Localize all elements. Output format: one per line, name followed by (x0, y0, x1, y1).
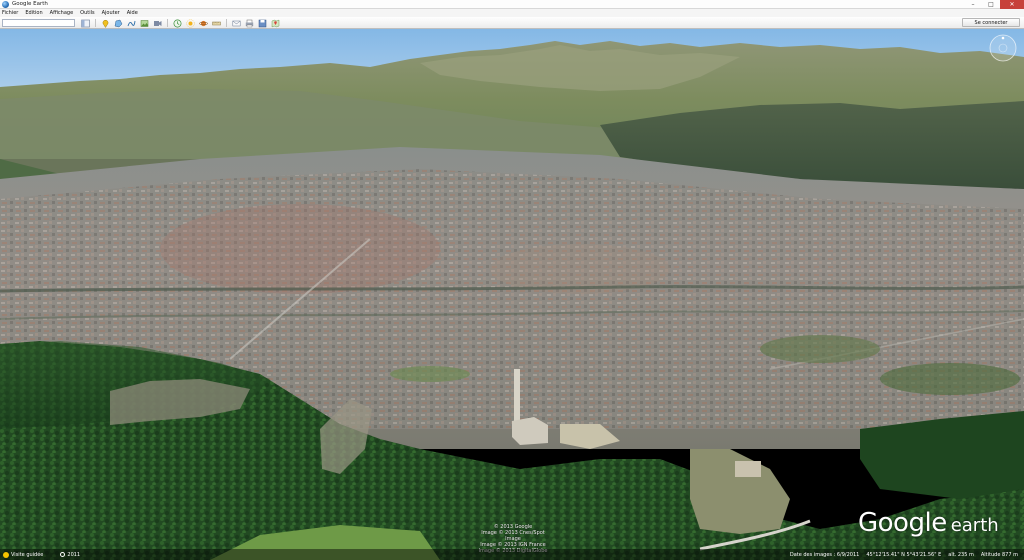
minimize-button[interactable]: – (964, 0, 982, 9)
search-input[interactable] (2, 19, 75, 27)
google-earth-icon (2, 0, 9, 8)
imagery-date: Date des images : 6/9/2011 (789, 551, 860, 558)
print-icon[interactable] (244, 18, 254, 28)
aerial-landscape (0, 29, 1024, 560)
menu-edition[interactable]: Edition (25, 9, 42, 17)
toolbar-separator (226, 19, 227, 27)
guided-tour-button[interactable]: Visite guidée (3, 551, 44, 558)
email-icon[interactable] (231, 18, 241, 28)
earth-3d-view[interactable]: © 2013 Google Image © 2013 Cnes/Spot Ima… (0, 29, 1024, 560)
menu-bar: Fichier Edition Affichage Outils Ajouter… (0, 9, 1024, 17)
window-title: Google Earth (12, 0, 48, 7)
pegman-icon (3, 551, 9, 558)
toolbar-separator (95, 19, 96, 27)
title-bar: Google Earth – □ ✕ (0, 0, 1024, 9)
historical-imagery-icon[interactable] (172, 18, 182, 28)
maximize-button[interactable]: □ (982, 0, 1000, 9)
menu-ajouter[interactable]: Ajouter (102, 9, 120, 17)
maps-icon[interactable] (270, 18, 280, 28)
menu-aide[interactable]: Aide (127, 9, 138, 17)
clock-icon (60, 552, 66, 557)
planets-icon[interactable] (198, 18, 208, 28)
sunlight-icon[interactable] (185, 18, 195, 28)
credit-line: Image © 2013 Cnes/Spot Image (481, 530, 545, 542)
guided-tour-label: Visite guidée (11, 551, 44, 558)
google-earth-logo: Google earth (858, 508, 999, 538)
record-tour-icon[interactable] (152, 18, 162, 28)
polygon-icon[interactable] (113, 18, 123, 28)
status-readouts: Date des images : 6/9/2011 45°12'15.41" … (783, 549, 1018, 560)
eye-altitude: Altitude 877 m (980, 551, 1018, 558)
save-image-icon[interactable] (257, 18, 267, 28)
window-controls: – □ ✕ (964, 0, 1024, 9)
navigation-compass-icon[interactable] (988, 33, 1018, 63)
close-button[interactable]: ✕ (1000, 0, 1024, 9)
path-icon[interactable] (126, 18, 136, 28)
imagery-year-badge[interactable]: 2011 (60, 552, 80, 558)
sidebar-toggle-icon[interactable] (80, 18, 90, 28)
imagery-year: 2011 (67, 551, 81, 558)
google-earth-window: Google Earth – □ ✕ Fichier Edition Affic… (0, 0, 1024, 560)
ground-elevation: alt. 235 m (948, 551, 974, 558)
logo-earth: earth (950, 515, 999, 536)
ruler-icon[interactable] (211, 18, 221, 28)
toolbar-separator (167, 19, 168, 27)
menu-fichier[interactable]: Fichier (2, 9, 18, 17)
toolbar: Se connecter (0, 17, 1024, 29)
logo-google: Google (858, 508, 947, 538)
placemark-icon[interactable] (100, 18, 110, 28)
status-bar: Visite guidée 2011 Date des images : 6/9… (0, 549, 1024, 560)
menu-affichage[interactable]: Affichage (50, 9, 74, 17)
image-overlay-icon[interactable] (139, 18, 149, 28)
toolbar-tools (80, 18, 283, 28)
coordinates: 45°12'15.41" N 5°43'21.56" E (866, 551, 942, 558)
menu-outils[interactable]: Outils (80, 9, 94, 17)
sign-in-button[interactable]: Se connecter (962, 18, 1020, 27)
